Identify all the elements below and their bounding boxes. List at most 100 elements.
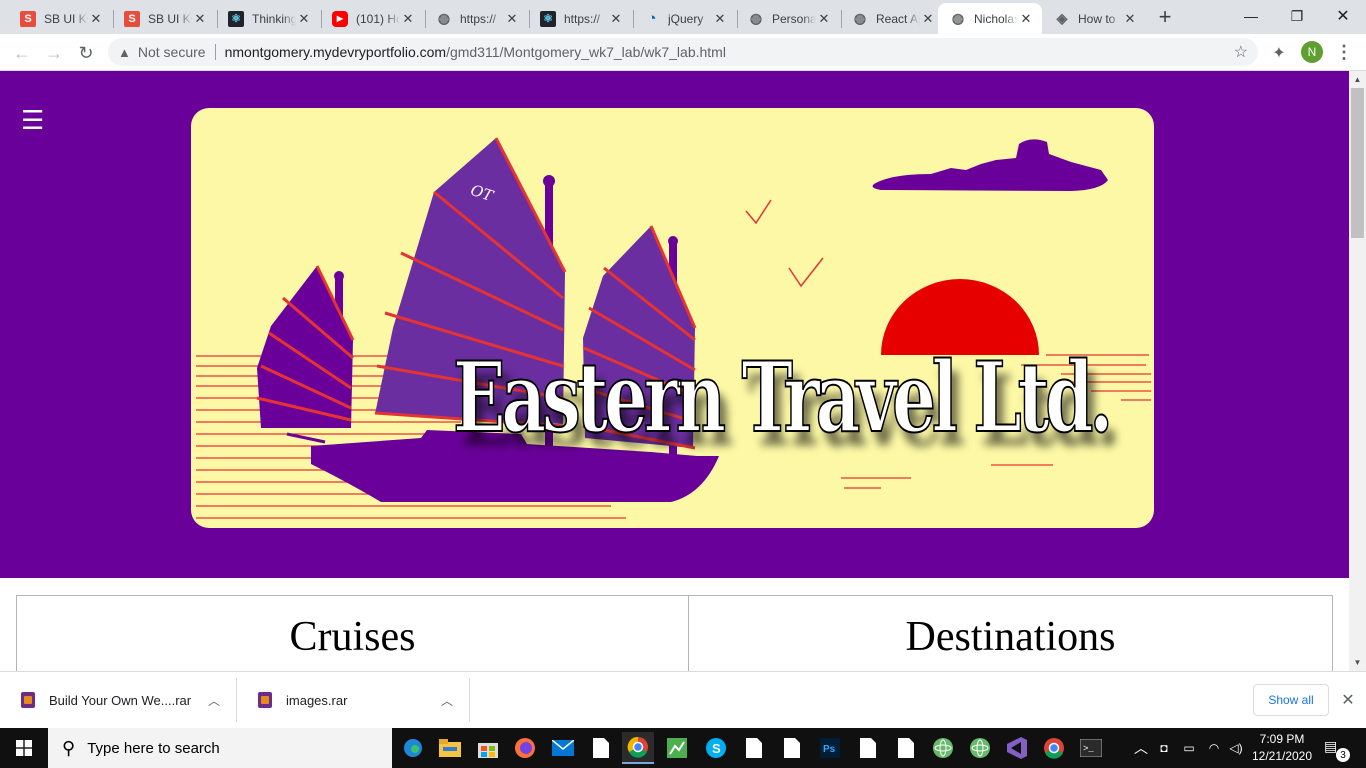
close-icon[interactable]: ✕: [192, 11, 208, 27]
close-icon[interactable]: ✕: [712, 11, 728, 27]
browser-tab[interactable]: ◍ https:// ✕: [424, 3, 528, 34]
file-icon[interactable]: [890, 732, 922, 764]
browser-tab[interactable]: ◈ How to ✕: [1042, 3, 1146, 34]
chevron-up-icon[interactable]: ︿: [441, 692, 453, 709]
close-icon[interactable]: ✕: [1338, 690, 1358, 710]
wifi-icon[interactable]: ◠: [1204, 728, 1224, 768]
browser-tab[interactable]: S SB UI Kit ✕: [8, 3, 112, 34]
browser-tab[interactable]: ◍ React App ✕: [840, 3, 944, 34]
restore-button[interactable]: ❐: [1274, 0, 1320, 32]
atom-icon[interactable]: [927, 732, 959, 764]
app-icon[interactable]: [661, 732, 693, 764]
bird-shape: [745, 199, 772, 225]
card-title: Destinations: [905, 614, 1116, 660]
browser-tab[interactable]: S SB UI Kit ✕: [112, 3, 216, 34]
new-tab-button[interactable]: +: [1154, 4, 1176, 29]
visual-studio-icon[interactable]: [1000, 732, 1032, 764]
file-icon[interactable]: [776, 732, 808, 764]
windows-start-button[interactable]: [0, 728, 48, 768]
close-icon[interactable]: ✕: [608, 11, 624, 27]
taskbar-clock[interactable]: 7:09 PM 12/21/2020: [1246, 731, 1318, 765]
tab-title: (101) How: [356, 11, 400, 26]
browser-tab[interactable]: ◍ Personal ✕: [736, 3, 840, 34]
window-close-button[interactable]: ✕: [1320, 0, 1366, 32]
photoshop-icon[interactable]: Ps: [814, 732, 846, 764]
tab-title: Personal: [772, 11, 816, 26]
hamburger-menu-icon[interactable]: ☰: [21, 107, 44, 133]
chrome-icon[interactable]: [622, 732, 654, 764]
file-icon[interactable]: [585, 732, 617, 764]
taskbar-search-box[interactable]: ⚲ Type here to search: [48, 728, 392, 768]
card-destinations[interactable]: Destinations: [688, 595, 1333, 671]
meet-now-icon[interactable]: ◘: [1154, 728, 1174, 768]
close-icon[interactable]: ✕: [400, 11, 416, 27]
show-all-button[interactable]: Show all: [1253, 684, 1329, 716]
store-icon[interactable]: [472, 732, 504, 764]
security-label[interactable]: Not secure: [138, 44, 206, 60]
chrome-menu-icon[interactable]: ⋮: [1332, 40, 1356, 64]
close-icon[interactable]: ✕: [1018, 11, 1034, 27]
close-icon[interactable]: ✕: [1122, 11, 1138, 27]
chevron-up-icon[interactable]: ︿: [1131, 728, 1151, 768]
chevron-up-icon[interactable]: ︿: [208, 692, 220, 709]
file-explorer-icon[interactable]: [434, 732, 466, 764]
clock-time: 7:09 PM: [1259, 732, 1305, 746]
volume-icon[interactable]: ◁): [1226, 728, 1246, 768]
extensions-icon[interactable]: ✦: [1268, 42, 1290, 64]
warning-icon[interactable]: ▲: [118, 45, 131, 60]
file-icon[interactable]: [852, 732, 884, 764]
windows-logo-icon: [16, 740, 32, 756]
back-button[interactable]: ←: [8, 39, 36, 67]
browser-tab[interactable]: ◔ jQuery ✕: [632, 3, 736, 34]
close-icon[interactable]: ✕: [920, 11, 936, 27]
scroll-down-arrow-icon[interactable]: ▼: [1349, 654, 1366, 671]
page-viewport: ☰ OT Eastern Travel Ltd. Cruises Destina…: [0, 71, 1349, 671]
browser-tab[interactable]: ⚛ Thinking in React ✕: [216, 3, 320, 34]
close-icon[interactable]: ✕: [816, 11, 832, 27]
winrar-file-icon: [258, 692, 272, 708]
notification-center-icon[interactable]: ▤ 3: [1324, 738, 1350, 762]
close-icon[interactable]: ✕: [504, 11, 520, 27]
winrar-file-icon: [21, 692, 35, 708]
browser-tab-active[interactable]: ◍ Nicholas ✕: [938, 3, 1042, 34]
address-bar[interactable]: ▲ Not secure nmontgomery.mydevryportfoli…: [108, 38, 1258, 66]
file-icon[interactable]: [738, 732, 770, 764]
storybook-icon: S: [124, 10, 140, 27]
card-cruises[interactable]: Cruises: [16, 595, 689, 671]
chrome-dev-icon[interactable]: [1038, 732, 1070, 764]
hero-banner-image: OT Eastern Travel Ltd.: [191, 108, 1154, 528]
globe-icon: ◍: [853, 10, 867, 26]
search-icon: ⚲: [62, 737, 76, 758]
minimize-button[interactable]: —: [1228, 0, 1274, 32]
bird-shape: [788, 257, 824, 288]
svg-text:S: S: [712, 741, 721, 756]
browser-tab[interactable]: ⚛ https:// ✕: [528, 3, 632, 34]
page-scrollbar[interactable]: ▲ ▼: [1349, 71, 1366, 671]
react-icon: ⚛: [228, 10, 244, 27]
skype-icon[interactable]: S: [700, 732, 732, 764]
forward-button[interactable]: →: [40, 39, 68, 67]
scrollbar-thumb[interactable]: [1351, 88, 1364, 238]
download-item[interactable]: Build Your Own We....rar ︿: [0, 672, 236, 728]
terminal-icon[interactable]: >_: [1075, 732, 1107, 764]
edge-icon[interactable]: [397, 732, 429, 764]
firefox-icon[interactable]: [509, 732, 541, 764]
bookmark-star-icon[interactable]: ☆: [1234, 42, 1248, 62]
tab-title: React App: [876, 11, 920, 26]
close-icon[interactable]: ✕: [296, 11, 312, 27]
cloud-shape: [872, 139, 1108, 191]
tab-title: https://: [564, 11, 601, 26]
atom-icon[interactable]: [964, 732, 996, 764]
scroll-up-arrow-icon[interactable]: ▲: [1349, 71, 1366, 88]
browser-tab[interactable]: ▶ (101) How ✕: [320, 3, 424, 34]
url-path: /gmd311/Montgomery_wk7_lab/wk7_lab.html: [446, 44, 726, 60]
url-text[interactable]: nmontgomery.mydevryportfolio.com/gmd311/…: [225, 44, 726, 60]
close-icon[interactable]: ✕: [88, 11, 104, 27]
mail-icon[interactable]: [547, 732, 579, 764]
reload-button[interactable]: ↻: [72, 39, 100, 67]
profile-avatar[interactable]: N: [1301, 41, 1323, 63]
battery-icon[interactable]: ▭: [1178, 728, 1200, 768]
diamond-icon: ◈: [1056, 10, 1068, 26]
download-item[interactable]: images.rar ︿: [237, 672, 469, 728]
bowsprit-shape: [286, 432, 326, 444]
